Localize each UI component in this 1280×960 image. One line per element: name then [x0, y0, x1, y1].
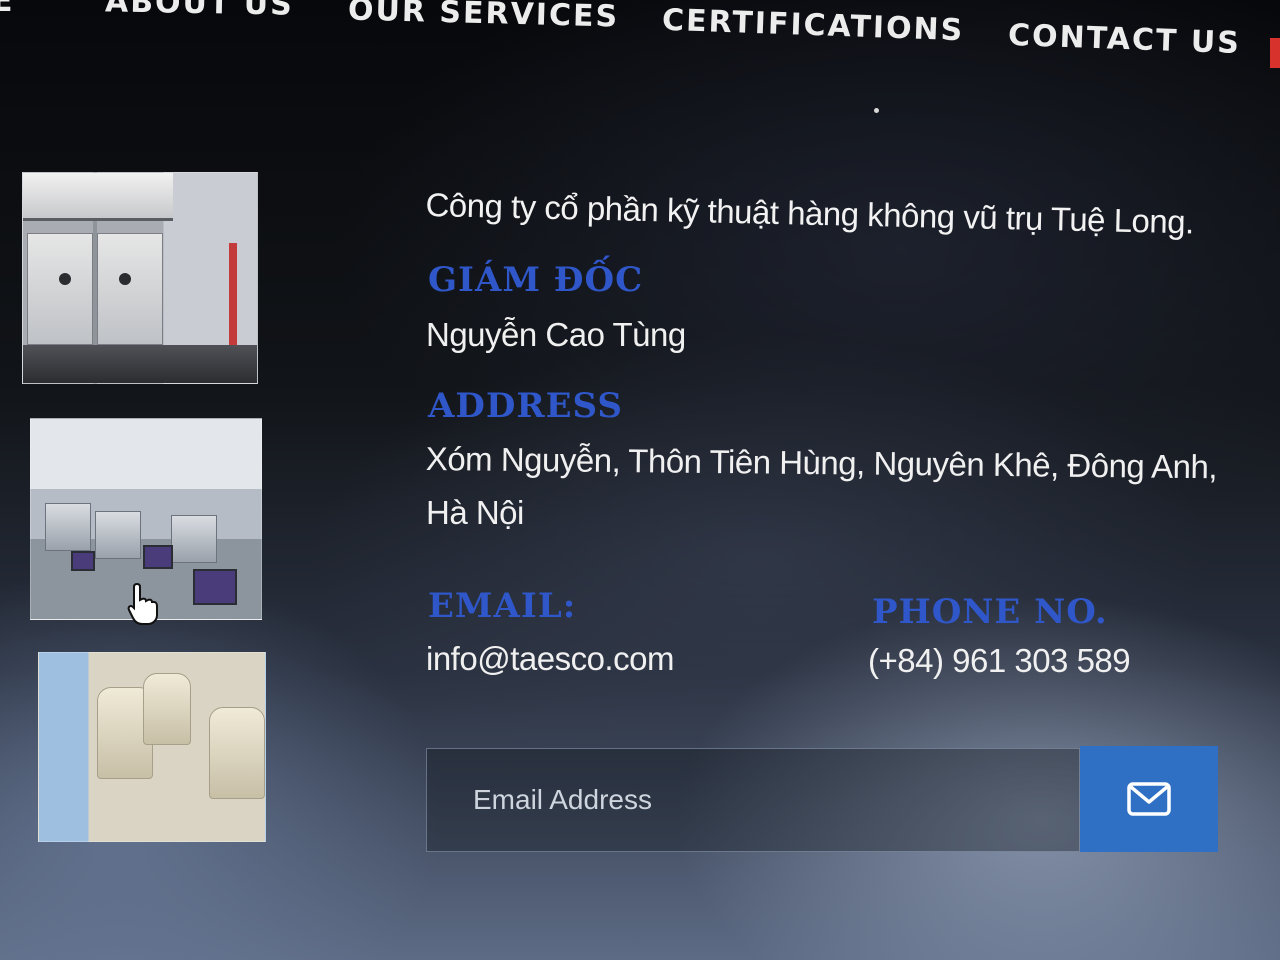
nav-item-our-services[interactable]: OUR SERVICES: [348, 0, 620, 35]
newsletter-form: [426, 746, 1218, 854]
contact-page: E ABOUT US OUR SERVICES CERTIFICATIONS C…: [0, 0, 1280, 960]
seat-monitor: [193, 569, 237, 605]
envelope-icon: [1127, 782, 1171, 816]
nav-accent-bar: [1270, 38, 1280, 68]
galley-panel: [97, 233, 163, 345]
galley-knob: [119, 273, 131, 285]
email-link[interactable]: info@taesco.com: [426, 640, 674, 678]
cabin-chair: [143, 673, 191, 745]
galley-floor: [23, 345, 257, 383]
nav-item-home[interactable]: E: [0, 0, 15, 19]
decorative-dot: [874, 108, 879, 113]
phone-label: PHONE NO.: [872, 592, 1108, 632]
cabin-chair: [209, 707, 265, 799]
director-label: GIÁM ĐỐC: [428, 260, 644, 300]
email-address-input[interactable]: [426, 748, 1080, 852]
submit-email-button[interactable]: [1080, 746, 1218, 852]
galley-knob: [59, 273, 71, 285]
galley-panel: [27, 233, 93, 345]
company-name: Công ty cổ phần kỹ thuật hàng không vũ t…: [425, 186, 1195, 241]
seat-monitor: [71, 551, 95, 571]
nav-item-contact-us[interactable]: CONTACT US: [1007, 18, 1241, 61]
cabin-seat: [45, 503, 91, 551]
nav-item-about-us[interactable]: ABOUT US: [105, 0, 294, 23]
address-line-1: Xóm Nguyễn, Thôn Tiên Hùng, Nguyên Khê, …: [425, 440, 1218, 486]
top-navigation: E ABOUT US OUR SERVICES CERTIFICATIONS C…: [0, 0, 1280, 80]
galley-shelf: [23, 173, 173, 221]
cabin-seat: [95, 511, 141, 559]
phone-number[interactable]: (+84) 961 303 589: [868, 642, 1131, 680]
cabin-seat: [171, 515, 217, 563]
hand-pointer-cursor-icon: [127, 582, 158, 625]
director-name: Nguyễn Cao Tùng: [426, 316, 686, 353]
seat-monitor: [143, 545, 173, 569]
galley-red-bar: [229, 243, 237, 353]
gallery-thumbnail-cabin-seats[interactable]: [38, 652, 266, 842]
gallery-thumbnail-cabin-galley[interactable]: [22, 172, 258, 384]
nav-item-certifications[interactable]: CERTIFICATIONS: [661, 3, 964, 49]
email-label: EMAIL:: [428, 586, 577, 626]
address-label: ADDRESS: [428, 386, 623, 426]
address-line-2: Hà Nội: [426, 494, 524, 531]
